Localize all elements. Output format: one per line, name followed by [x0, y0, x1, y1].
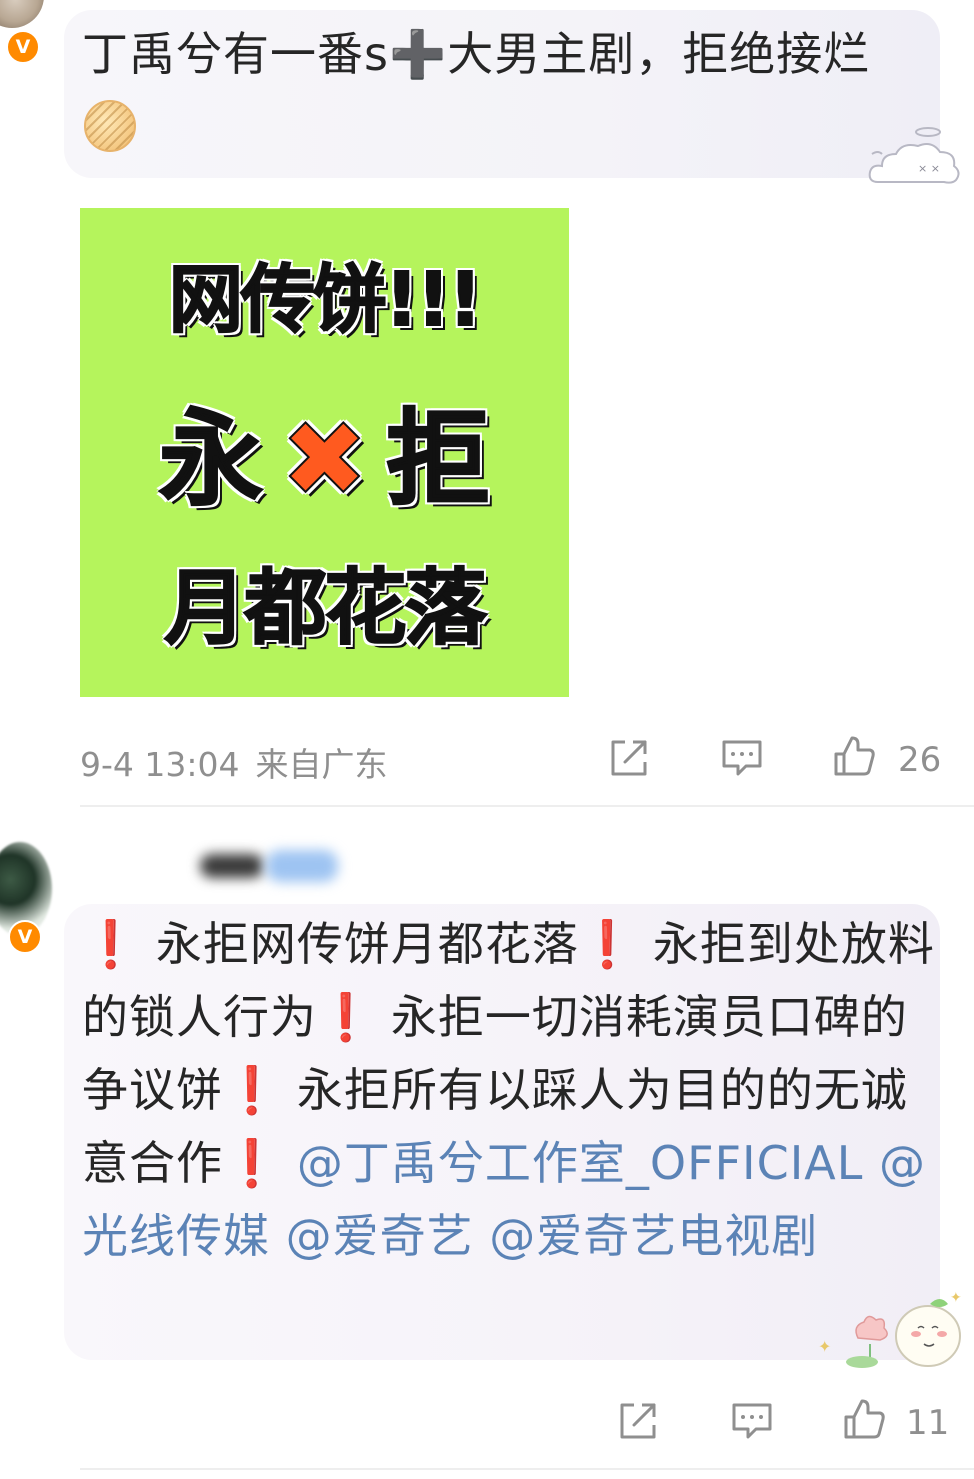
comment-button[interactable]: [730, 1399, 774, 1443]
share-button[interactable]: [616, 1399, 660, 1443]
comment-text-part: 永拒网传饼月都花落: [155, 917, 579, 971]
avatar[interactable]: [0, 0, 44, 28]
comment-text: 丁禹兮有一番s➕大男主剧，拒绝接烂: [82, 18, 912, 162]
post-image[interactable]: 网传饼!!! 永 ✖ 拒 月都花落: [80, 208, 569, 697]
verified-badge-icon: V: [8, 920, 42, 954]
image-caption-line: 月都花落: [163, 560, 487, 657]
cookie-emoji-icon: [84, 100, 136, 152]
like-count: 26: [898, 740, 942, 780]
exclamation-icon: ❗: [578, 917, 638, 971]
image-caption-line: 永 ✖ 拒: [80, 394, 569, 524]
mention-link[interactable]: @爱奇艺: [286, 1209, 474, 1263]
svg-text:✦: ✦: [818, 1337, 831, 1356]
comment-icon: [722, 740, 762, 776]
divider: [80, 1468, 974, 1470]
like-button[interactable]: [832, 734, 876, 778]
thumbs-up-icon: [844, 1399, 885, 1439]
comment-text-part: 丁禹兮有一番s: [82, 27, 389, 81]
image-caption-word: 拒: [385, 397, 491, 521]
share-icon: [620, 1403, 656, 1439]
comment-button[interactable]: [720, 736, 764, 780]
location: 来自广东: [255, 745, 388, 784]
svg-text:× ×: × ×: [918, 162, 940, 175]
like-count: 11: [906, 1403, 950, 1443]
sleepy-cloud-decoration-icon: × ×: [868, 127, 960, 184]
comment-meta: 9-4 13:04 来自广东: [80, 738, 388, 786]
exclamation-icon: ❗: [223, 1063, 282, 1117]
comment-icon: [732, 1403, 772, 1439]
username[interactable]: [200, 848, 340, 884]
exclamation-icon: ❗: [317, 990, 376, 1044]
share-button[interactable]: [607, 736, 651, 780]
mention-link[interactable]: @丁禹兮工作室_OFFICIAL: [297, 1136, 863, 1190]
plus-emoji-icon: ➕: [388, 27, 448, 81]
divider: [80, 805, 974, 807]
mention-link[interactable]: @爱奇艺电视剧: [489, 1209, 818, 1263]
svg-text:✦: ✦: [950, 1290, 962, 1306]
thumbs-up-icon: [834, 736, 875, 776]
share-icon: [611, 740, 647, 776]
image-caption-word: 永: [158, 397, 264, 521]
image-caption-line: 网传饼!!!: [168, 256, 483, 344]
exclamation-icon: ❗: [223, 1136, 282, 1190]
bun-with-flower-decoration-icon: ✦ ✦: [818, 1290, 962, 1368]
exclamation-icon: ❗: [82, 917, 141, 971]
like-button[interactable]: [842, 1397, 886, 1441]
timestamp: 9-4 13:04: [80, 745, 240, 784]
verified-badge-icon: V: [6, 30, 40, 64]
comment-text-part: 大男主剧，拒绝接烂: [447, 27, 871, 81]
comment-text: ❗ 永拒网传饼月都花落❗ 永拒到处放料的锁人行为❗ 永拒一切消耗演员口碑的争议饼…: [82, 908, 942, 1273]
cross-mark-icon: ✖: [280, 397, 369, 521]
